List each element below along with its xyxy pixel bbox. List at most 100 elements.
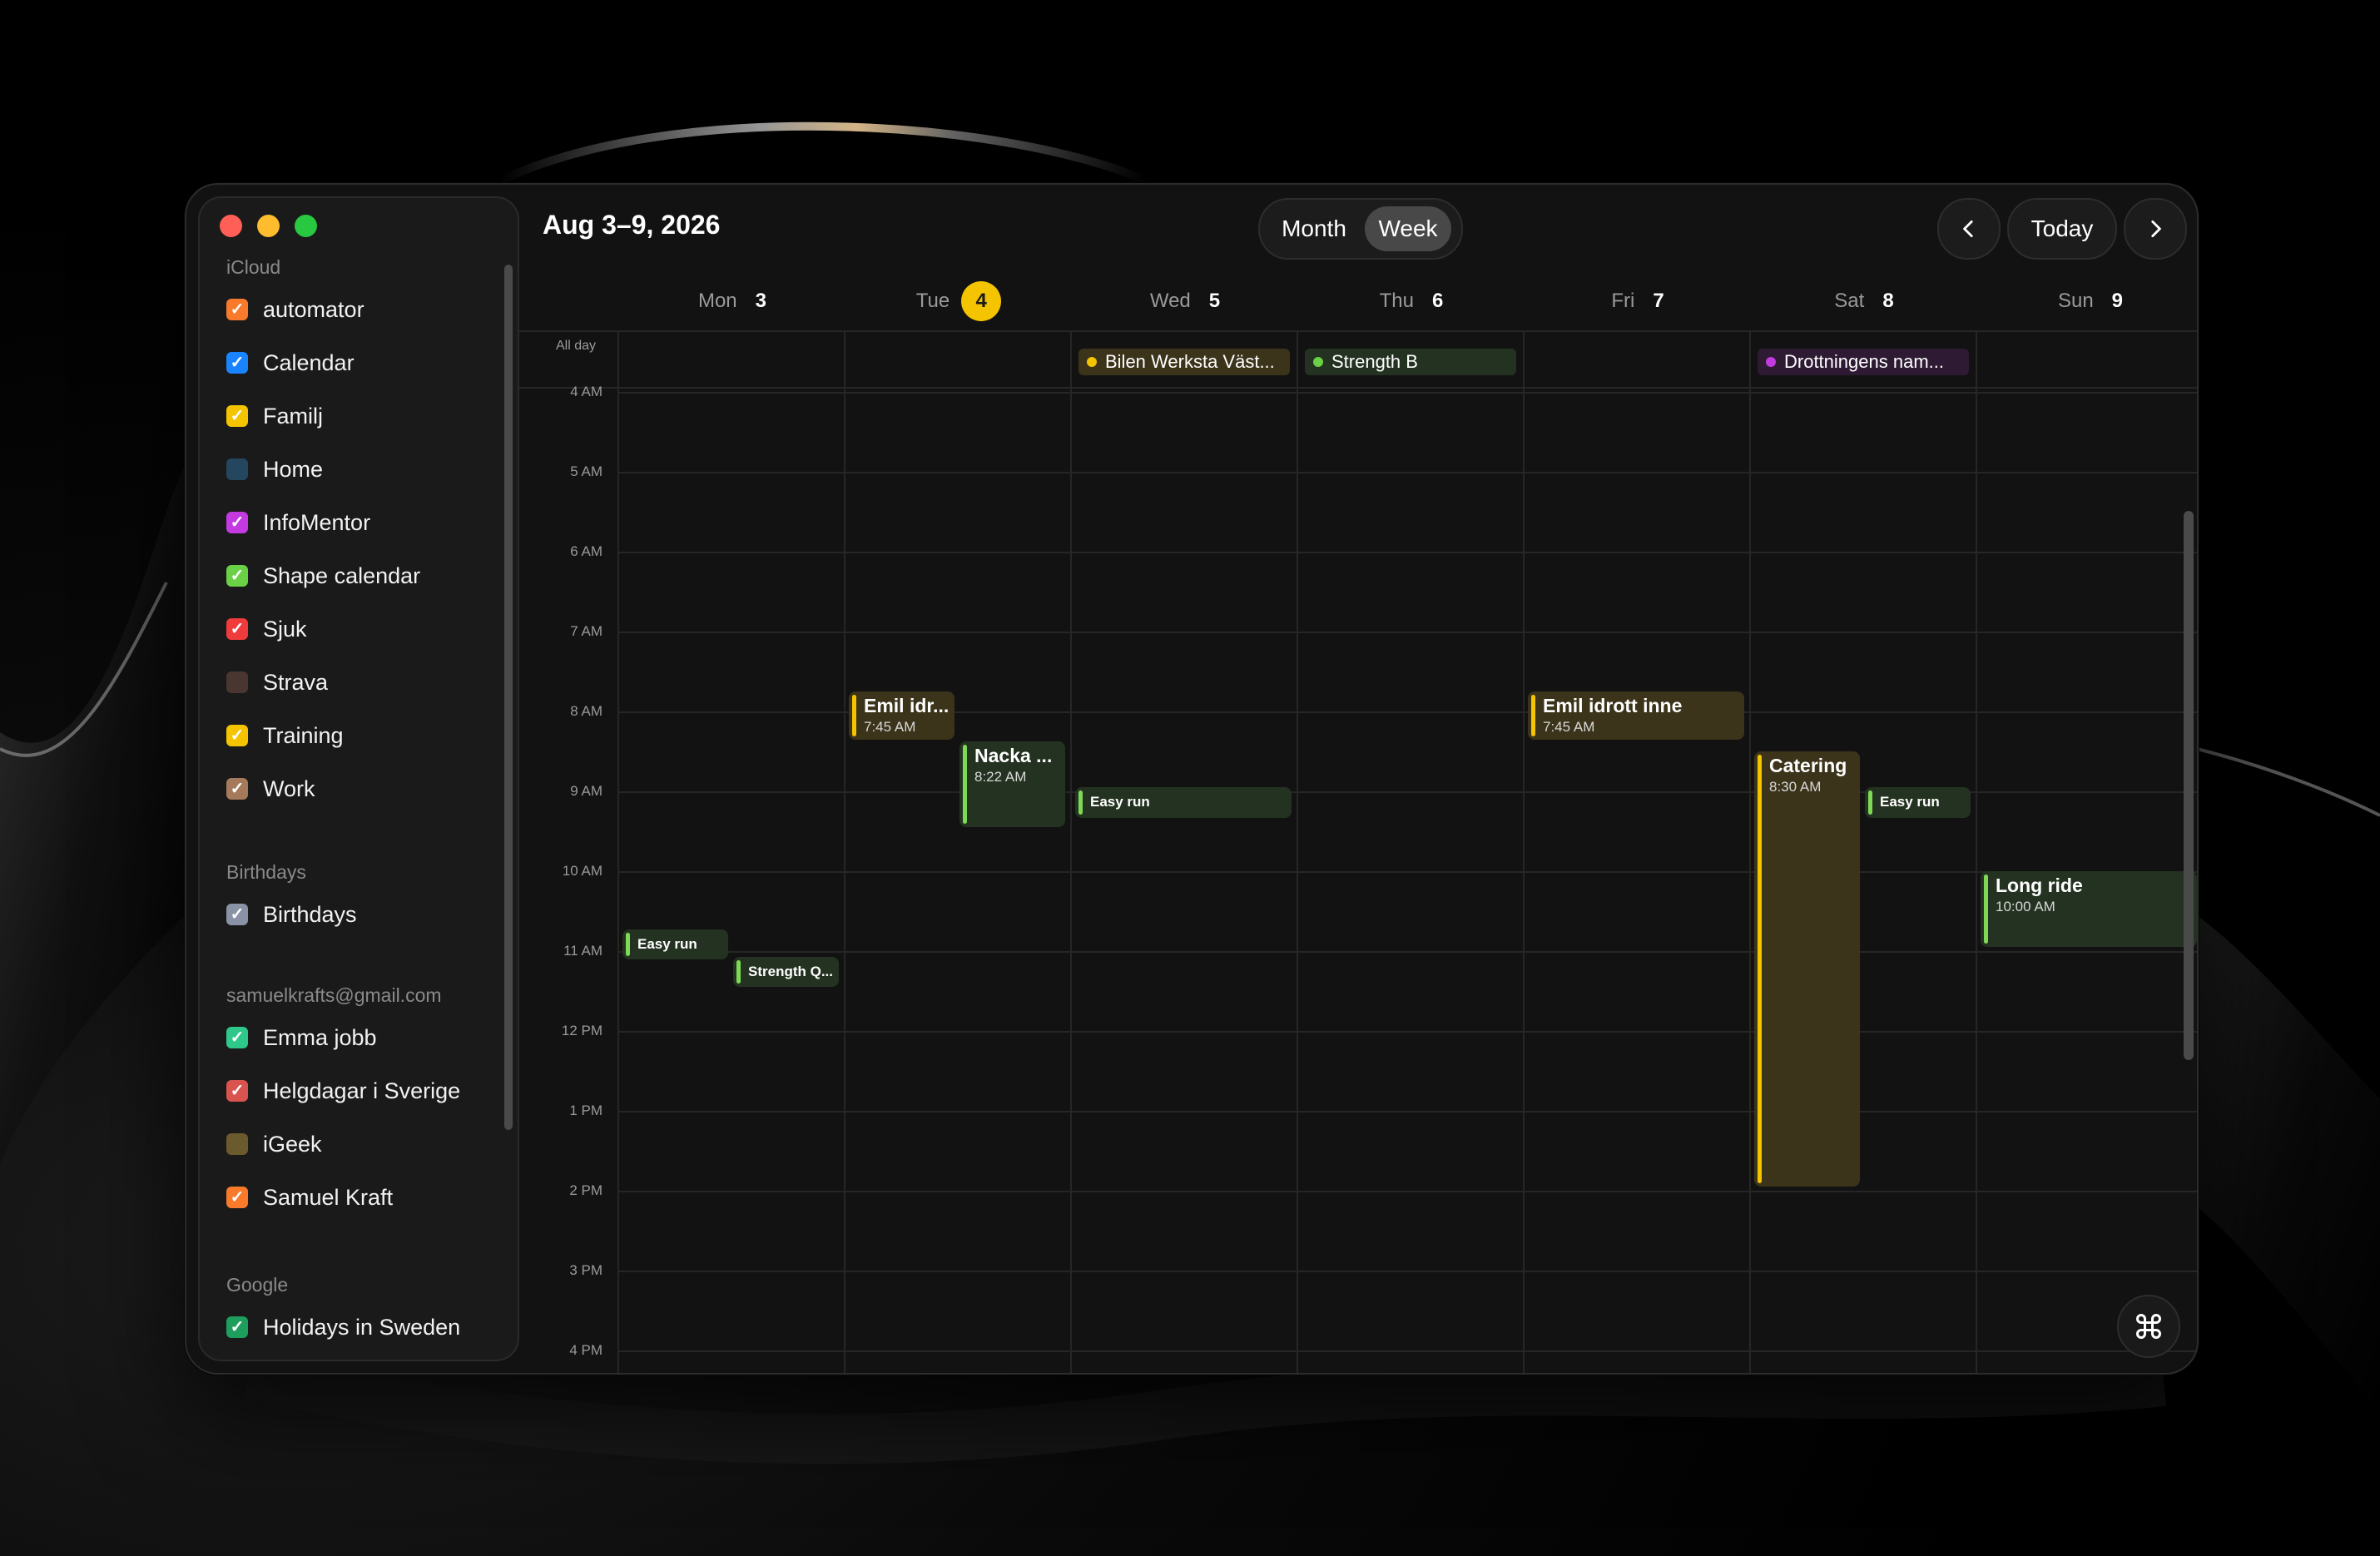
calendar-event[interactable]: Easy run [1865,787,1971,818]
event-title: Bilen Werksta Väst... [1105,351,1275,372]
checkbox-checked-icon[interactable]: ✓ [226,1080,248,1102]
calendar-event[interactable]: Easy run [622,929,728,959]
calendar-toggle-item[interactable]: ✓ Emma jobb [226,1021,377,1054]
calendar-toggle-item[interactable]: ✓ Calendar [226,346,355,379]
event-color-bar [736,959,741,984]
day-header-sat[interactable]: Sat 8 [1751,281,1977,321]
day-number: 5 [1208,290,1221,312]
week-view-button[interactable]: Week [1365,206,1451,251]
hour-gridline [619,1191,2197,1192]
day-number: 7 [1653,290,1664,312]
calendar-toggle-item[interactable]: ✓ Sjuk [226,612,307,646]
calendar-event[interactable]: Long ride 10:00 AM [1981,871,2197,948]
day-number: 3 [755,290,767,312]
calendar-toggle-item[interactable]: ✓ Birthdays [226,898,357,931]
all-day-event[interactable]: Drottningens nam... [1758,349,1969,375]
hour-gridline [619,552,2197,553]
hour-gridline [619,1350,2197,1352]
day-column-divider [1523,330,1525,1373]
day-header-tue[interactable]: Tue 4 [845,281,1072,321]
calendar-toggle-item[interactable]: ✓ Holidays in Sweden [226,1311,460,1344]
checkbox-checked-icon[interactable]: ✓ [226,618,248,640]
chevron-right-icon [2151,220,2161,238]
calendar-toggle-item[interactable]: Strava [226,666,328,699]
today-button[interactable]: Today [2007,198,2117,260]
sidebar-group-title: Google [226,1274,289,1296]
hour-label: 12 PM [561,1023,602,1038]
minimize-button[interactable] [257,215,280,237]
checkbox-unchecked-icon[interactable] [226,458,248,480]
hour-label: 3 PM [569,1262,602,1278]
calendar-event[interactable]: Strength Q... [733,956,839,988]
calendar-toggle-item[interactable]: ✓ Samuel Kraft [226,1181,393,1214]
calendar-toggle-item[interactable]: ✓ Familj [226,399,323,433]
checkbox-unchecked-icon[interactable] [226,1133,248,1155]
event-title: Easy run [637,935,697,952]
calendar-toggle-item[interactable]: iGeek [226,1127,322,1161]
checkbox-unchecked-icon[interactable] [226,671,248,693]
week-grid[interactable]: All day 4 AM 5 AM 6 AM 7 AM 8 AM 9 AM 10 AM 11 A… [519,330,2197,1373]
all-day-event[interactable]: Strength B [1305,349,1516,375]
calendar-name: Samuel Kraft [263,1184,394,1210]
month-view-button[interactable]: Month [1268,206,1360,251]
calendar-toggle-item[interactable]: ✓ Shape calendar [226,559,420,592]
close-button[interactable] [220,215,242,237]
calendar-event[interactable]: Easy run [1075,787,1292,818]
grid-divider [519,330,2197,332]
calendar-name: Sjuk [263,616,307,642]
checkbox-checked-icon[interactable]: ✓ [226,565,248,587]
calendar-toggle-item[interactable]: ✓ Work [226,772,315,805]
calendar-event[interactable]: Nacka ... 8:22 AM [959,741,1065,828]
all-day-label: All day [556,339,597,353]
calendar-toggle-item[interactable]: Home [226,453,323,486]
hour-label: 10 AM [562,863,602,879]
calendar-scrollbar[interactable] [2184,511,2194,1060]
checkbox-checked-icon[interactable]: ✓ [226,512,248,533]
checkbox-checked-icon[interactable]: ✓ [226,1187,248,1208]
checkbox-checked-icon[interactable]: ✓ [226,1316,248,1338]
calendar-name: Familj [263,403,323,429]
view-toggle: Month Week [1258,198,1463,260]
calendar-toggle-item[interactable]: ✓ Training [226,719,344,752]
day-header-wed[interactable]: Wed 5 [1072,281,1298,321]
day-header-sun[interactable]: Sun 9 [1977,281,2197,321]
previous-week-button[interactable] [1937,198,2001,260]
calendar-name: Calendar [263,349,355,375]
hour-label: 1 PM [569,1103,602,1118]
checkbox-checked-icon[interactable]: ✓ [226,405,248,427]
command-menu-button[interactable] [2117,1295,2180,1358]
calendar-name: Strava [263,669,329,695]
calendar-name: Holidays in Sweden [263,1314,461,1340]
all-day-event[interactable]: Bilen Werksta Väst... [1078,349,1290,375]
calendar-event[interactable]: Catering 8:30 AM [1754,751,1860,1187]
checkbox-checked-icon[interactable]: ✓ [226,778,248,800]
hour-label: 8 AM [570,703,602,719]
checkbox-checked-icon[interactable]: ✓ [226,352,248,374]
calendar-event[interactable]: Emil idrott inne 7:45 AM [1528,691,1744,740]
hour-label: 2 PM [569,1182,602,1198]
next-week-button[interactable] [2124,198,2187,260]
day-header-fri[interactable]: Fri 7 [1525,281,1751,321]
checkbox-checked-icon[interactable]: ✓ [226,725,248,746]
day-header-thu[interactable]: Thu 6 [1298,281,1525,321]
calendar-toggle-item[interactable]: ✓ InfoMentor [226,506,370,539]
hour-label: 11 AM [563,943,602,959]
event-color-bar [1758,755,1762,1184]
checkbox-checked-icon[interactable]: ✓ [226,1027,248,1048]
calendar-event[interactable]: Emil idr... 7:45 AM [849,691,954,740]
event-dot-icon [1313,357,1323,367]
checkbox-checked-icon[interactable]: ✓ [226,904,248,925]
zoom-button[interactable] [295,215,317,237]
event-title: Strength B [1331,351,1418,372]
checkbox-checked-icon[interactable]: ✓ [226,299,248,320]
calendar-toggle-item[interactable]: ✓ automator [226,293,364,326]
calendar-toggle-item[interactable]: ✓ Helgdagar i Sverige [226,1074,460,1108]
day-header-mon[interactable]: Mon 3 [619,281,845,321]
calendar-name: Shape calendar [263,562,421,588]
grid-divider [519,387,2197,389]
day-number: 6 [1432,290,1444,312]
calendar-name: Training [263,722,344,748]
sidebar-scrollbar[interactable] [504,265,513,1130]
hour-label: 9 AM [570,783,602,799]
day-number: 9 [2111,290,2124,312]
